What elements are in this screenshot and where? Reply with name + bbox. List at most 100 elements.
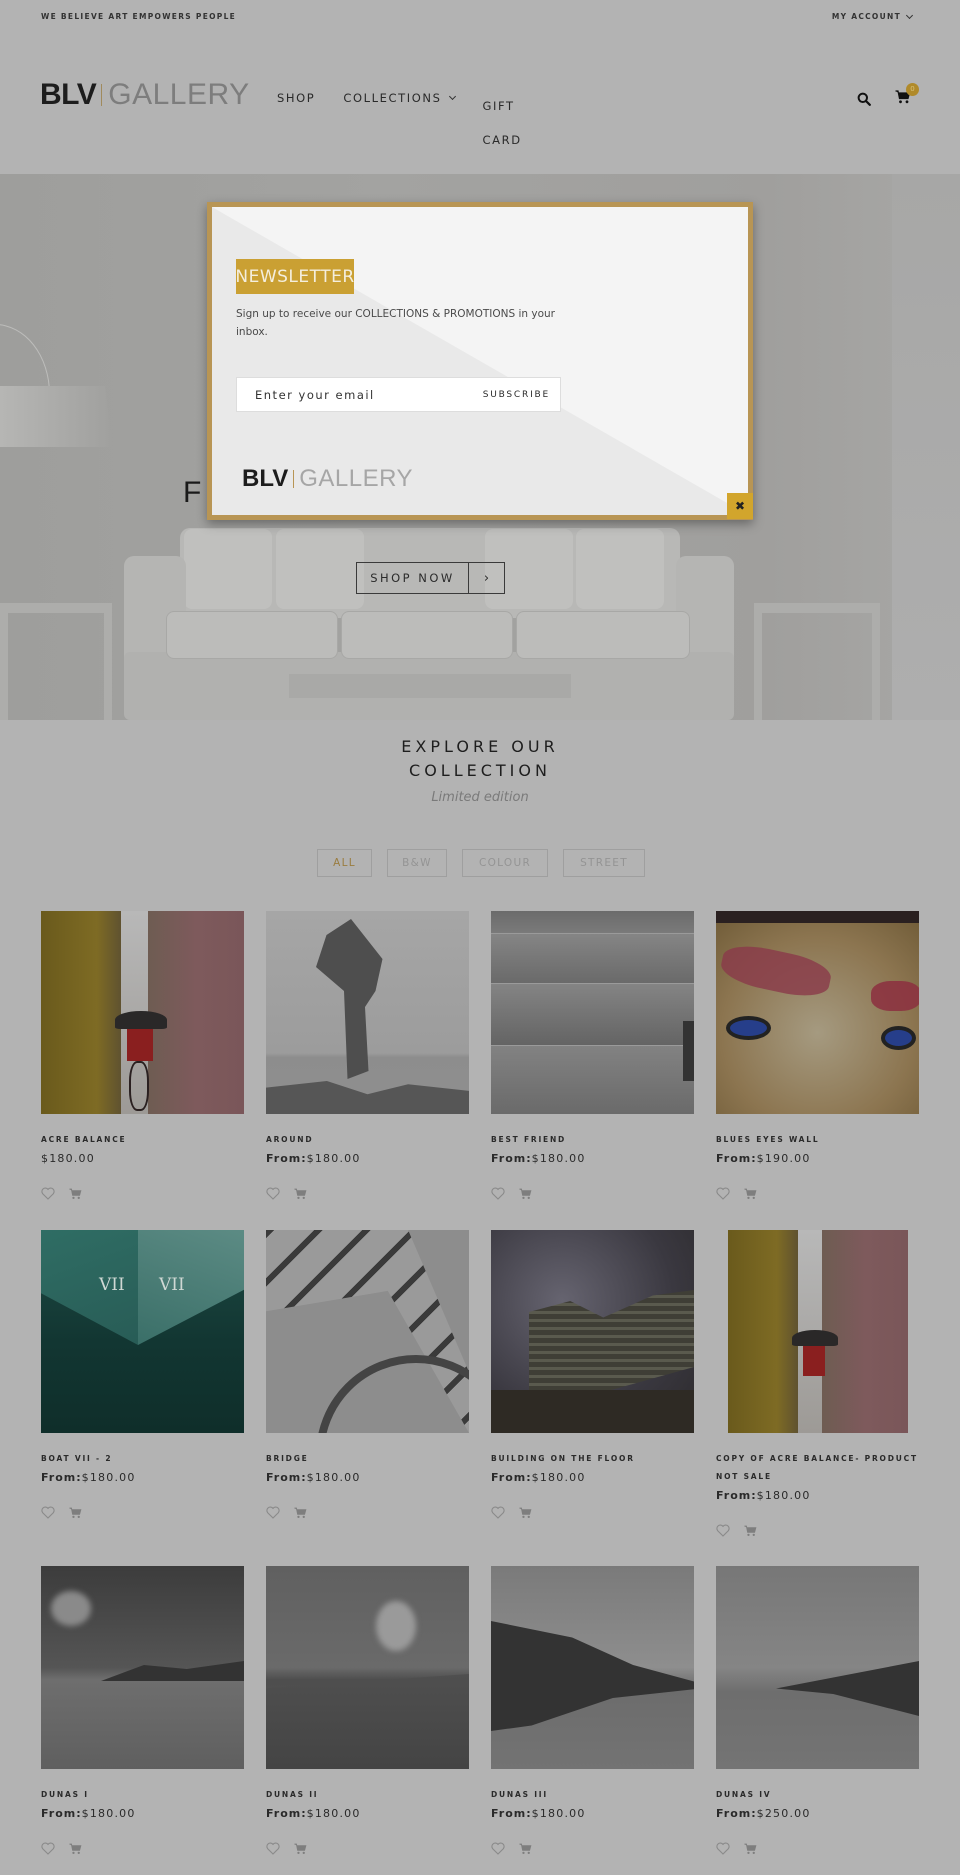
top-bar: WE BELIEVE ART EMPOWERS PEOPLE MY ACCOUN… xyxy=(0,0,960,34)
product-image[interactable] xyxy=(716,911,919,1114)
nav-gift-card[interactable]: GIFT CARD xyxy=(483,90,533,147)
lamp-shade xyxy=(0,386,112,447)
product-image[interactable] xyxy=(491,1230,694,1433)
wishlist-heart-icon[interactable] xyxy=(41,1187,55,1200)
price-value: $180.00 xyxy=(306,1152,361,1165)
product-name[interactable]: DUNAS I xyxy=(41,1786,244,1804)
wishlist-heart-icon[interactable] xyxy=(716,1524,730,1537)
add-to-cart-icon[interactable] xyxy=(69,1188,82,1200)
cart-count-badge: 0 xyxy=(906,83,919,96)
filter-all[interactable]: ALL xyxy=(317,849,372,877)
product-image[interactable]: VII VII xyxy=(41,1230,244,1433)
price-value: $180.00 xyxy=(531,1807,586,1820)
wishlist-heart-icon[interactable] xyxy=(716,1187,730,1200)
main-nav: SHOP COLLECTIONS GIFT CARD xyxy=(277,90,561,147)
wishlist-heart-icon[interactable] xyxy=(41,1506,55,1519)
add-to-cart-icon[interactable] xyxy=(294,1843,307,1855)
add-to-cart-icon[interactable] xyxy=(519,1843,532,1855)
shop-now-button[interactable]: SHOP NOW › xyxy=(356,562,505,594)
product-image[interactable] xyxy=(716,1566,919,1769)
add-to-cart-icon[interactable] xyxy=(744,1188,757,1200)
sofa-pillow xyxy=(276,529,364,609)
wishlist-heart-icon[interactable] xyxy=(266,1842,280,1855)
product-price: From:$180.00 xyxy=(491,1471,694,1484)
product-image[interactable] xyxy=(41,911,244,1114)
add-to-cart-icon[interactable] xyxy=(519,1188,532,1200)
filter-colour[interactable]: COLOUR xyxy=(462,849,548,877)
coffee-table xyxy=(289,674,571,698)
nav-collections[interactable]: COLLECTIONS xyxy=(343,90,456,106)
subscribe-button[interactable]: SUBSCRIBE xyxy=(483,390,550,400)
add-to-cart-icon[interactable] xyxy=(519,1507,532,1519)
product-name[interactable]: DUNAS II xyxy=(266,1786,469,1804)
product-name[interactable]: BUILDING ON THE FLOOR xyxy=(491,1450,694,1468)
email-input[interactable] xyxy=(237,378,477,411)
product-image[interactable] xyxy=(716,1230,919,1433)
close-popup-button[interactable]: ✖ xyxy=(727,493,753,519)
wishlist-heart-icon[interactable] xyxy=(491,1842,505,1855)
product-name[interactable]: AROUND xyxy=(266,1131,469,1149)
sofa-cushion xyxy=(341,611,513,659)
price-value: $190.00 xyxy=(756,1152,811,1165)
nav-gift-card-label: GIFT CARD xyxy=(482,99,522,147)
add-to-cart-icon[interactable] xyxy=(294,1188,307,1200)
my-account-dropdown[interactable]: MY ACCOUNT xyxy=(832,11,914,21)
product-image[interactable] xyxy=(491,1566,694,1769)
newsletter-description: Sign up to receive our COLLECTIONS & PRO… xyxy=(236,308,556,338)
product-name[interactable]: BEST FRIEND xyxy=(491,1131,694,1149)
wishlist-heart-icon[interactable] xyxy=(491,1187,505,1200)
product-image[interactable] xyxy=(266,1566,469,1769)
newsletter-badge: NEWSLETTER xyxy=(235,259,354,294)
product-actions xyxy=(266,1842,469,1855)
filter-street[interactable]: STREET xyxy=(563,849,645,877)
product-image[interactable] xyxy=(266,1230,469,1433)
nav-collections-label: COLLECTIONS xyxy=(343,91,442,105)
wishlist-heart-icon[interactable] xyxy=(41,1842,55,1855)
sofa-cushion xyxy=(166,611,338,659)
add-to-cart-icon[interactable] xyxy=(744,1843,757,1855)
logo-blv: BLV xyxy=(40,78,97,111)
product-card: BRIDGE From:$180.00 xyxy=(266,1230,469,1519)
chevron-right-icon: › xyxy=(483,570,490,586)
wishlist-heart-icon[interactable] xyxy=(266,1506,280,1519)
wishlist-heart-icon[interactable] xyxy=(491,1506,505,1519)
product-name[interactable]: BLUES EYES WALL xyxy=(716,1131,919,1149)
product-image[interactable] xyxy=(41,1566,244,1769)
filter-bw[interactable]: B&W xyxy=(387,849,447,877)
popup-logo: BLV GALLERY xyxy=(242,465,413,493)
product-name[interactable]: BRIDGE xyxy=(266,1450,469,1468)
nav-shop-label: SHOP xyxy=(277,91,316,105)
product-image[interactable] xyxy=(491,911,694,1114)
product-actions xyxy=(41,1842,244,1855)
wishlist-heart-icon[interactable] xyxy=(716,1842,730,1855)
product-image[interactable] xyxy=(266,911,469,1114)
wishlist-heart-icon[interactable] xyxy=(266,1187,280,1200)
price-prefix: From: xyxy=(491,1807,532,1820)
add-to-cart-icon[interactable] xyxy=(744,1525,757,1537)
add-to-cart-icon[interactable] xyxy=(69,1507,82,1519)
product-name[interactable]: DUNAS IV xyxy=(716,1786,919,1804)
chevron-down-icon xyxy=(448,92,456,101)
price-prefix: From: xyxy=(716,1807,757,1820)
price-value: $180.00 xyxy=(81,1807,136,1820)
product-actions xyxy=(491,1506,694,1519)
nav-shop[interactable]: SHOP xyxy=(277,90,315,106)
newsletter-form: SUBSCRIBE xyxy=(236,377,561,412)
product-card: COPY OF ACRE BALANCE- PRODUCT NOT SALE Fr… xyxy=(716,1230,919,1537)
product-name[interactable]: DUNAS III xyxy=(491,1786,694,1804)
product-actions xyxy=(716,1524,919,1537)
product-name[interactable]: BOAT VII - 2 xyxy=(41,1450,244,1468)
product-price: From:$190.00 xyxy=(716,1152,919,1165)
product-card: VII VII BOAT VII - 2 From:$180.00 xyxy=(41,1230,244,1519)
product-card: DUNAS III From:$180.00 xyxy=(491,1566,694,1855)
add-to-cart-icon[interactable] xyxy=(294,1507,307,1519)
site-logo[interactable]: BLV GALLERY xyxy=(40,78,250,112)
product-name[interactable]: COPY OF ACRE BALANCE- PRODUCT NOT SALE xyxy=(716,1450,919,1486)
price-prefix: From: xyxy=(716,1152,757,1165)
sofa-pillow xyxy=(576,529,664,609)
search-icon[interactable] xyxy=(857,92,871,106)
product-name[interactable]: ACRE BALANCE xyxy=(41,1131,244,1149)
side-table-left xyxy=(0,603,112,720)
add-to-cart-icon[interactable] xyxy=(69,1843,82,1855)
product-actions xyxy=(716,1842,919,1855)
